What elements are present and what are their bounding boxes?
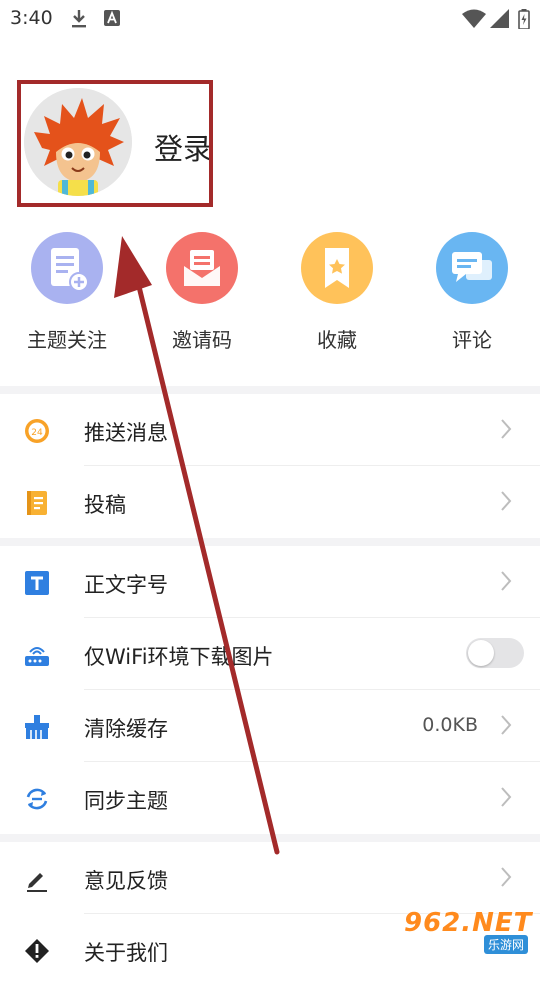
menu-item-clear-cache[interactable]: 清除缓存 0.0KB [0, 690, 540, 762]
chevron-right-icon [500, 418, 512, 444]
toggle-knob [468, 640, 494, 666]
menu-item-sync-topics[interactable]: 同步主题 [0, 762, 540, 834]
chat-bubbles-icon [436, 232, 508, 304]
menu-item-font-size[interactable]: 正文字号 [0, 546, 540, 618]
menu-item-contribute[interactable]: 投稿 [0, 466, 540, 538]
menu-item-label: 意见反馈 [84, 869, 168, 893]
document-add-icon [31, 232, 103, 304]
menu-item-wifi-only-images: 仅WiFi环境下载图片 [0, 618, 540, 690]
chevron-right-icon [500, 714, 512, 740]
signal-icon [490, 9, 510, 33]
watermark-text: 962.NET [404, 908, 533, 938]
quick-action-favorites[interactable]: 收藏 [282, 228, 392, 358]
section-divider [0, 834, 540, 842]
bookmark-icon [301, 232, 373, 304]
quick-action-invite-code[interactable]: 邀请码 [147, 228, 257, 358]
notebook-icon [24, 490, 50, 516]
quick-action-label: 收藏 [317, 328, 357, 352]
chevron-right-icon [500, 786, 512, 812]
menu-item-label: 正文字号 [84, 573, 168, 597]
pencil-icon [24, 866, 50, 892]
section-divider [0, 386, 540, 394]
watermark-subtext: 乐游网 [483, 935, 528, 954]
battery-icon [518, 9, 530, 33]
quick-action-comments[interactable]: 评论 [417, 228, 527, 358]
text-size-icon [24, 570, 50, 596]
status-bar: 3:40 [0, 0, 540, 36]
broom-icon [24, 714, 50, 740]
cache-size-value: 0.0KB [422, 714, 478, 736]
chevron-right-icon [500, 570, 512, 596]
envelope-icon [166, 232, 238, 304]
quick-action-label: 评论 [452, 328, 492, 352]
section-divider [0, 538, 540, 546]
watermark-logo: 962.NET 乐游网 [400, 908, 532, 956]
router-icon [24, 642, 50, 668]
highlight-box [17, 80, 213, 207]
app-notification-icon [104, 9, 120, 31]
menu-item-label: 清除缓存 [84, 717, 168, 741]
menu-item-label: 投稿 [84, 493, 126, 517]
wifi-icon [462, 9, 486, 33]
chevron-right-icon [500, 866, 512, 892]
menu-item-label: 推送消息 [84, 421, 168, 445]
quick-action-topic-follow[interactable]: 主题关注 [12, 228, 122, 358]
download-icon [70, 9, 88, 33]
menu-item-label: 仅WiFi环境下载图片 [84, 645, 274, 669]
wifi-only-toggle[interactable] [466, 638, 524, 668]
menu-item-label: 关于我们 [84, 941, 168, 965]
24h-badge-icon: 24 [24, 418, 50, 444]
svg-text:24: 24 [31, 428, 43, 438]
status-time: 3:40 [10, 7, 53, 29]
menu-item-push-messages[interactable]: 24 推送消息 [0, 394, 540, 466]
menu-item-feedback[interactable]: 意见反馈 [0, 842, 540, 914]
chevron-right-icon [500, 490, 512, 516]
quick-action-label: 主题关注 [27, 328, 107, 352]
menu-item-label: 同步主题 [84, 789, 168, 813]
info-diamond-icon [24, 938, 50, 964]
sync-icon [24, 786, 50, 812]
quick-action-label: 邀请码 [172, 328, 232, 352]
